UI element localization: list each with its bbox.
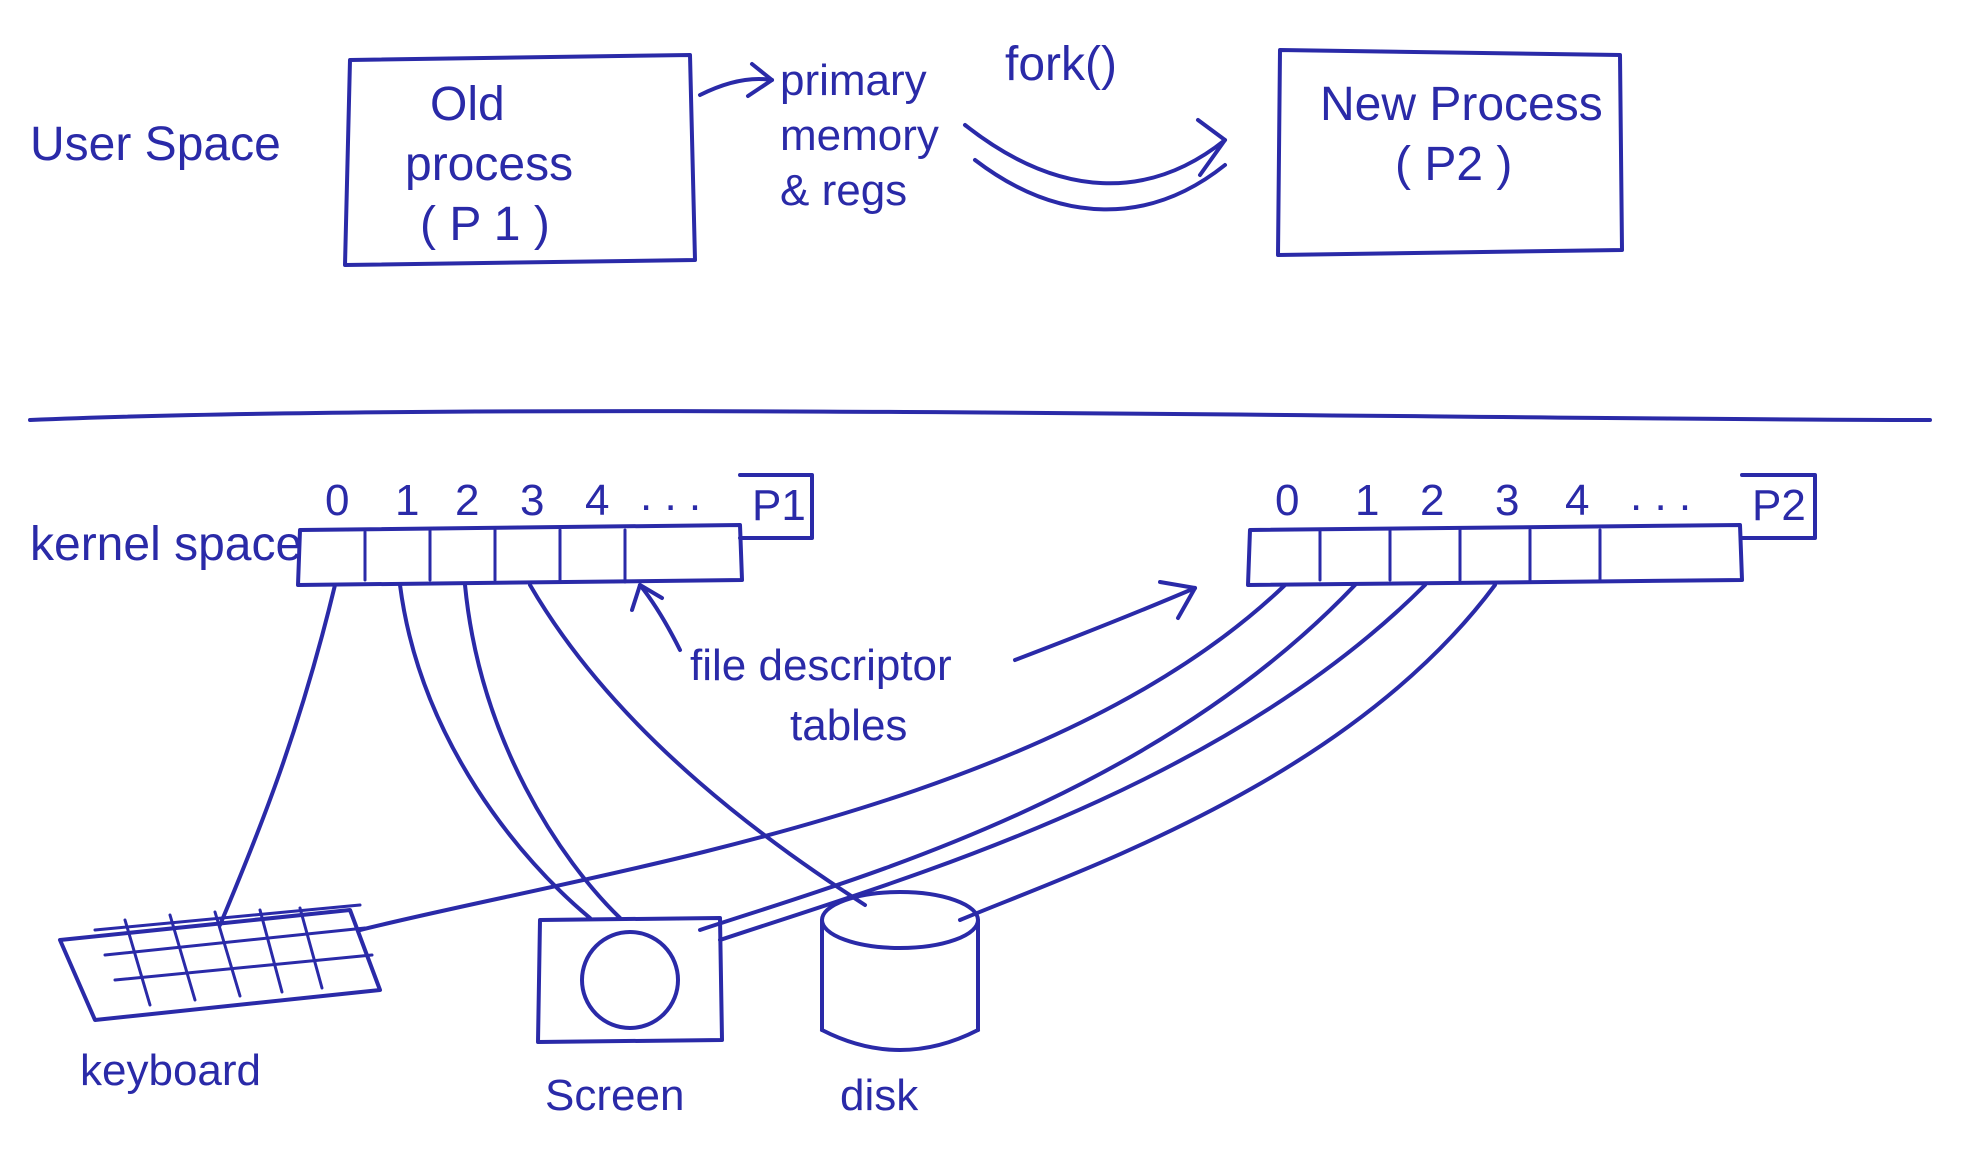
disk-icon: disk	[822, 892, 978, 1120]
new-process-box: New Process ( P2 )	[1278, 50, 1622, 255]
fd-p2-4: 4	[1565, 476, 1589, 525]
label-disk: disk	[840, 1071, 919, 1120]
fd-p2-1: 1	[1355, 476, 1379, 525]
fd-table-p1: 0 1 2 3 4 . . . P1	[298, 471, 812, 585]
label-fork: fork()	[1005, 38, 1117, 91]
edge-p2-fd1-screen	[700, 585, 1355, 930]
label-screen: Screen	[545, 1071, 684, 1120]
label-keyboard: keyboard	[80, 1046, 261, 1095]
label-primary-memory-regs: primary memory & regs	[780, 56, 939, 215]
edge-p1-fd2-screen	[465, 585, 620, 918]
fd-p1-ellipsis: . . .	[640, 471, 701, 520]
fd-p1-4: 4	[585, 476, 609, 525]
label-user-space: User Space	[30, 118, 281, 171]
space-divider	[30, 411, 1930, 420]
fd-tables-l1: file descriptor	[690, 641, 952, 690]
fd-table-p2: 0 1 2 3 4 . . . P2	[1248, 471, 1815, 585]
fd-p1-0: 0	[325, 476, 349, 525]
old-process-line2: process	[405, 138, 573, 191]
fd-p2-label: P2	[1752, 481, 1806, 530]
fd-p1-1: 1	[395, 476, 419, 525]
fd-p2-ellipsis: . . .	[1630, 471, 1691, 520]
new-process-line1: New Process	[1320, 78, 1603, 131]
fd-p2-3: 3	[1495, 476, 1519, 525]
primary-l1: primary	[780, 56, 927, 105]
fd-tables-l2: tables	[790, 701, 907, 750]
old-process-box: Old process ( P 1 )	[345, 55, 695, 265]
fd-p1-label: P1	[752, 481, 806, 530]
fd-p1-2: 2	[455, 476, 479, 525]
fd-p2-2: 2	[1420, 476, 1444, 525]
label-kernel-space: kernel space	[30, 518, 302, 571]
fd-p1-3: 3	[520, 476, 544, 525]
old-process-line1: Old	[430, 78, 505, 131]
old-process-line3: ( P 1 )	[420, 198, 550, 251]
fork-arrow	[965, 120, 1225, 209]
keyboard-icon: keyboard	[60, 905, 380, 1095]
new-process-line2: ( P2 )	[1395, 138, 1512, 191]
fd-p2-0: 0	[1275, 476, 1299, 525]
primary-l2: memory	[780, 111, 939, 160]
edge-p1-fd0-keyboard	[220, 585, 335, 925]
screen-icon: Screen	[538, 918, 722, 1120]
primary-l3: & regs	[780, 166, 907, 215]
arrow-old-to-primary	[700, 64, 772, 96]
label-fd-tables: file descriptor tables	[632, 582, 1195, 750]
